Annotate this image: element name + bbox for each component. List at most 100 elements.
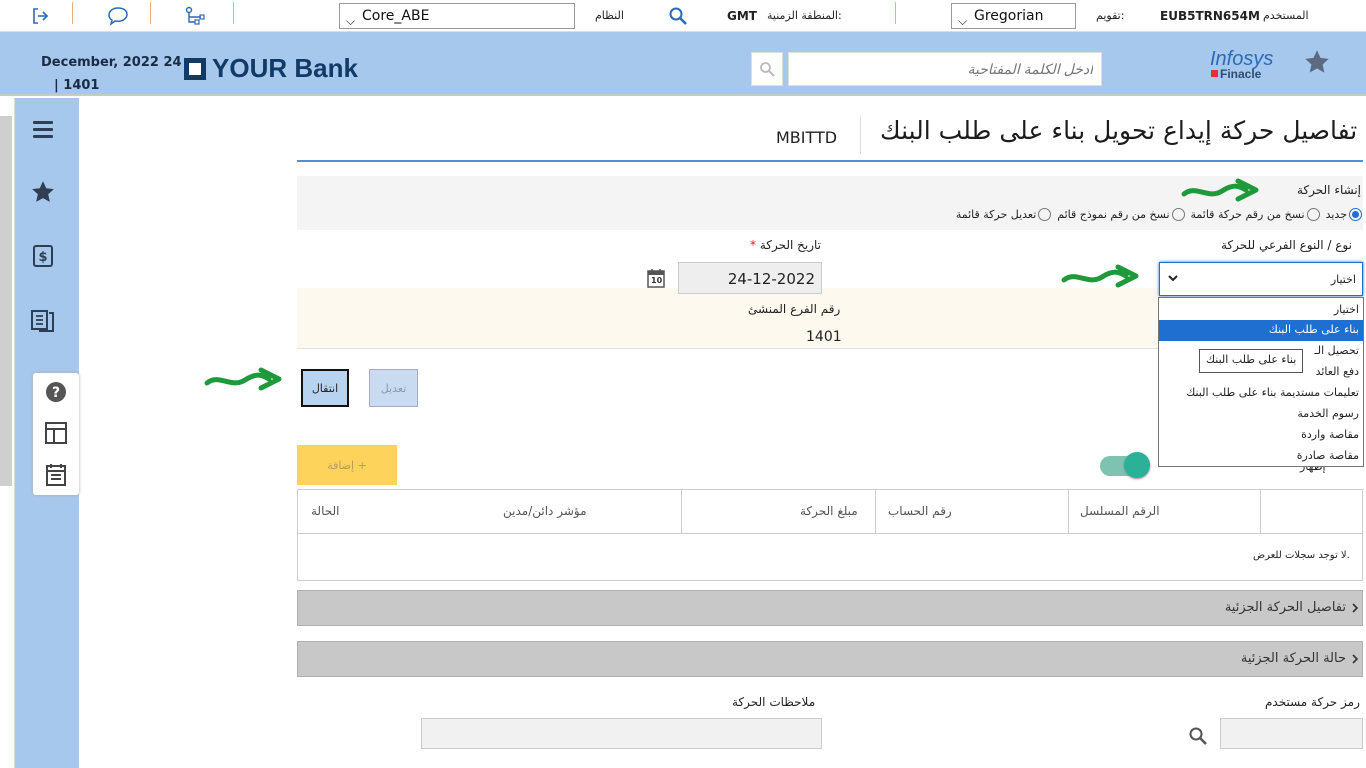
toggle-knob bbox=[1124, 452, 1150, 478]
create-option-copy-transaction[interactable]: نسخ من رقم حركة قائمة bbox=[1191, 208, 1320, 221]
page-code: MBITTD bbox=[776, 128, 838, 147]
column-header-serial[interactable]: الرقم المسلسل bbox=[1080, 504, 1160, 518]
column-divider bbox=[681, 490, 682, 534]
type-select-value: اختيار bbox=[1330, 273, 1356, 286]
quick-tools-panel: ? bbox=[33, 373, 79, 495]
dropdown-option-highlighted[interactable]: بناء على طلب البنك bbox=[1159, 320, 1363, 341]
empty-message: لا توجد سجلات للعرض. bbox=[1253, 550, 1350, 561]
dropdown-option[interactable]: مقاصة صادرة bbox=[1159, 446, 1363, 467]
edit-button[interactable]: تعديل bbox=[369, 369, 418, 407]
dropdown-option[interactable]: تعليمات مستديمة بناء على طلب البنك bbox=[1159, 383, 1363, 404]
section-title: حالة الحركة الجزئية bbox=[1240, 651, 1346, 666]
separator bbox=[860, 116, 861, 154]
tooltip: بناء على طلب البنك bbox=[1199, 349, 1304, 373]
column-divider bbox=[1068, 490, 1069, 534]
chevron-right-icon bbox=[1350, 602, 1360, 617]
toggle-switch[interactable] bbox=[1100, 452, 1150, 478]
title-underline bbox=[297, 160, 1363, 162]
separator bbox=[895, 2, 896, 24]
header-band: December, 2022 24 | 1401 YOUR Bank Infos… bbox=[0, 32, 1366, 96]
calendar-select[interactable]: ⌵ Gregorian bbox=[951, 3, 1076, 29]
column-header-account[interactable]: رقم الحساب bbox=[888, 504, 952, 518]
date-label-wrap: * تاريخ الحركة bbox=[750, 238, 821, 252]
green-arrow-icon bbox=[1060, 264, 1142, 293]
dropdown-option[interactable]: اختيار bbox=[1159, 300, 1363, 321]
separator bbox=[72, 2, 73, 24]
calendar-value: Gregorian bbox=[974, 8, 1044, 24]
dropdown-option[interactable]: مقاصة واردة bbox=[1159, 425, 1363, 446]
green-arrow-icon bbox=[203, 367, 285, 396]
calendar-label: تقويم: bbox=[1096, 9, 1125, 22]
remarks-input[interactable] bbox=[421, 718, 822, 749]
radio[interactable] bbox=[1038, 208, 1052, 221]
system-select[interactable]: ⌵ Core_ABE bbox=[339, 3, 575, 29]
star-icon[interactable] bbox=[1303, 48, 1331, 79]
svg-text:?: ? bbox=[52, 385, 60, 401]
user-code-input[interactable] bbox=[1220, 718, 1363, 749]
column-header-status[interactable]: الحالة bbox=[311, 504, 339, 518]
search-icon bbox=[760, 62, 775, 77]
timezone-value: GMT bbox=[727, 9, 757, 23]
add-button[interactable]: إضافة + bbox=[297, 445, 397, 485]
chevron-down-icon bbox=[1166, 271, 1180, 288]
separator bbox=[150, 2, 151, 24]
type-dropdown-list: اختيار بناء على طلب البنك تحصيل الـ دفع … bbox=[1158, 297, 1364, 467]
column-divider bbox=[875, 490, 876, 534]
svg-text:$: $ bbox=[38, 250, 47, 265]
type-select[interactable]: اختيار bbox=[1159, 262, 1363, 296]
header-branch: | 1401 bbox=[54, 78, 100, 93]
create-option-modify[interactable]: تعديل حركة قائمة bbox=[955, 208, 1052, 221]
search-icon[interactable] bbox=[1188, 726, 1208, 749]
brand-bottom: Finacle bbox=[1220, 67, 1262, 81]
system-value: Core_ABE bbox=[362, 8, 430, 24]
create-option-new[interactable]: جديد bbox=[1326, 208, 1362, 221]
help-icon[interactable]: ? bbox=[45, 381, 67, 406]
layout-icon[interactable] bbox=[45, 422, 67, 447]
menu-icon[interactable] bbox=[28, 114, 58, 144]
header-date: December, 2022 24 bbox=[41, 55, 182, 70]
column-header-amount[interactable]: مبلغ الحركة bbox=[800, 504, 858, 518]
search-button[interactable] bbox=[751, 52, 783, 86]
dropdown-option[interactable]: رسوم الخدمة bbox=[1159, 404, 1363, 425]
chevron-down-icon: ⌵ bbox=[958, 14, 968, 28]
go-button[interactable]: انتقال bbox=[301, 369, 349, 407]
date-label: تاريخ الحركة bbox=[759, 238, 822, 252]
branch-value: 1401 bbox=[806, 329, 842, 345]
partial-status-section[interactable]: حالة الحركة الجزئية bbox=[297, 641, 1363, 677]
remarks-label: ملاحظات الحركة bbox=[732, 695, 816, 709]
date-input[interactable]: 24-12-2022 bbox=[678, 262, 822, 294]
radio[interactable] bbox=[1171, 208, 1185, 221]
documents-icon[interactable] bbox=[28, 305, 58, 335]
bank-name: YOUR Bank bbox=[212, 53, 358, 83]
user-value: EUB5TRN654M bbox=[1160, 9, 1260, 23]
green-arrow-icon bbox=[1180, 178, 1262, 207]
bank-logo-icon bbox=[184, 58, 206, 80]
system-label: النظام bbox=[595, 9, 624, 22]
network-icon[interactable] bbox=[184, 4, 208, 28]
user-label: المستخدم bbox=[1263, 9, 1309, 22]
search-input[interactable] bbox=[788, 52, 1102, 86]
finacle-mark-icon bbox=[1211, 70, 1218, 77]
logout-icon[interactable] bbox=[28, 4, 52, 28]
search-icon[interactable] bbox=[666, 4, 690, 28]
page-title: إدارة تفاصيل حركة إيداع تحويل بناء على ط… bbox=[880, 116, 1366, 145]
option-label: جديد bbox=[1325, 208, 1347, 221]
table-header: الرقم المسلسل رقم الحساب مبلغ الحركة مؤش… bbox=[298, 490, 1362, 534]
transfer-dollar-icon[interactable]: $ bbox=[28, 241, 58, 271]
chat-icon[interactable] bbox=[106, 4, 130, 28]
radio-selected[interactable] bbox=[1349, 208, 1362, 221]
option-label: تعديل حركة قائمة bbox=[955, 208, 1037, 221]
partial-details-section[interactable]: تفاصيل الحركة الجزئية bbox=[297, 590, 1363, 626]
create-option-copy-template[interactable]: نسخ من رقم نموذج قائم bbox=[1057, 208, 1185, 221]
favorites-star-icon[interactable] bbox=[28, 177, 58, 207]
calendar-notes-icon[interactable] bbox=[45, 463, 67, 490]
calendar-icon[interactable]: 10 bbox=[647, 268, 665, 291]
top-bar: ⌵ Core_ABE النظام GMT المنطقة الزمنية: ⌵… bbox=[0, 0, 1366, 32]
radio[interactable] bbox=[1306, 208, 1320, 221]
chevron-down-icon: ⌵ bbox=[346, 14, 356, 28]
option-label: نسخ من رقم حركة قائمة bbox=[1190, 208, 1305, 221]
scrollbar[interactable] bbox=[0, 116, 12, 486]
separator bbox=[233, 2, 234, 24]
option-label: نسخ من رقم نموذج قائم bbox=[1057, 208, 1170, 221]
column-header-dr-cr[interactable]: مؤشر دائن/مدين bbox=[503, 504, 587, 518]
